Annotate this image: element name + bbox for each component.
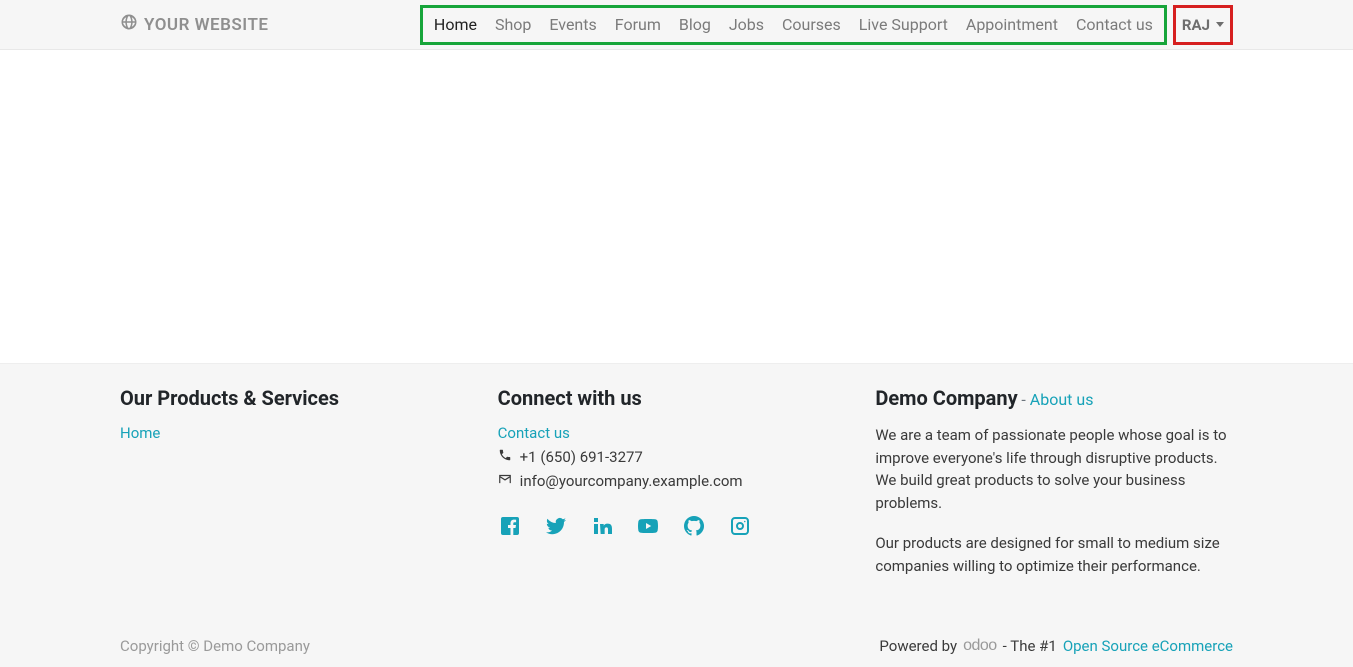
nav-home[interactable]: Home xyxy=(425,15,486,34)
footer-link-home[interactable]: Home xyxy=(120,424,160,442)
user-name: RAJ xyxy=(1182,16,1210,34)
nav-blog[interactable]: Blog xyxy=(670,15,720,34)
nav-forum[interactable]: Forum xyxy=(606,15,670,34)
instagram-icon[interactable] xyxy=(728,514,752,542)
phone-icon xyxy=(498,448,512,466)
email-value: info@yourcompany.example.com xyxy=(520,472,743,490)
footer-col-connect: Connect with us Contact us +1 (650) 691-… xyxy=(498,386,856,577)
phone-value: +1 (650) 691-3277 xyxy=(520,448,643,466)
nav-events[interactable]: Events xyxy=(540,15,605,34)
footer: Our Products & Services Home Connect wit… xyxy=(0,363,1353,597)
envelope-icon xyxy=(498,472,512,490)
products-heading: Our Products & Services xyxy=(120,386,478,410)
nav-contact-us[interactable]: Contact us xyxy=(1067,15,1162,34)
chevron-down-icon xyxy=(1216,22,1224,27)
powered-by: Powered by odoo - The #1 Open Source eCo… xyxy=(879,637,1233,655)
the-no1: - The #1 xyxy=(1003,637,1057,655)
footer-col-company: Demo Company - About us We are a team of… xyxy=(875,386,1233,577)
twitter-icon[interactable] xyxy=(544,514,568,542)
footer-link-contact[interactable]: Contact us xyxy=(498,424,570,442)
top-bar: YOUR WEBSITE Home Shop Events Forum Blog… xyxy=(0,0,1353,50)
user-menu[interactable]: RAJ xyxy=(1173,5,1233,45)
powered-by-label: Powered by xyxy=(879,637,957,655)
footer-bottom: Copyright © Demo Company Powered by odoo… xyxy=(0,597,1353,667)
footer-col-products: Our Products & Services Home xyxy=(120,386,478,577)
main-content xyxy=(0,50,1353,363)
connect-heading: Connect with us xyxy=(498,386,856,410)
copyright: Copyright © Demo Company xyxy=(120,637,310,655)
about-us-link[interactable]: About us xyxy=(1030,390,1094,409)
open-source-ecommerce-link[interactable]: Open Source eCommerce xyxy=(1063,637,1233,655)
globe-icon xyxy=(120,13,138,36)
email-line: info@yourcompany.example.com xyxy=(498,472,856,490)
nav-live-support[interactable]: Live Support xyxy=(850,15,957,34)
github-icon[interactable] xyxy=(682,514,706,542)
social-row xyxy=(498,514,856,542)
company-heading: Demo Company xyxy=(875,386,1017,410)
company-desc-2: Our products are designed for small to m… xyxy=(875,532,1233,577)
odoo-logo[interactable]: odoo xyxy=(963,637,997,655)
brand-name: YOUR WEBSITE xyxy=(144,15,269,35)
linkedin-icon[interactable] xyxy=(590,514,614,542)
nav-jobs[interactable]: Jobs xyxy=(720,15,773,34)
nav-courses[interactable]: Courses xyxy=(773,15,850,34)
facebook-icon[interactable] xyxy=(498,514,522,542)
main-nav: Home Shop Events Forum Blog Jobs Courses… xyxy=(420,5,1167,45)
about-dash: - xyxy=(1021,390,1029,409)
nav-appointment[interactable]: Appointment xyxy=(957,15,1067,34)
company-desc-1: We are a team of passionate people whose… xyxy=(875,424,1233,514)
brand[interactable]: YOUR WEBSITE xyxy=(120,13,269,36)
phone-line: +1 (650) 691-3277 xyxy=(498,448,856,466)
nav-shop[interactable]: Shop xyxy=(486,15,540,34)
youtube-icon[interactable] xyxy=(636,514,660,542)
